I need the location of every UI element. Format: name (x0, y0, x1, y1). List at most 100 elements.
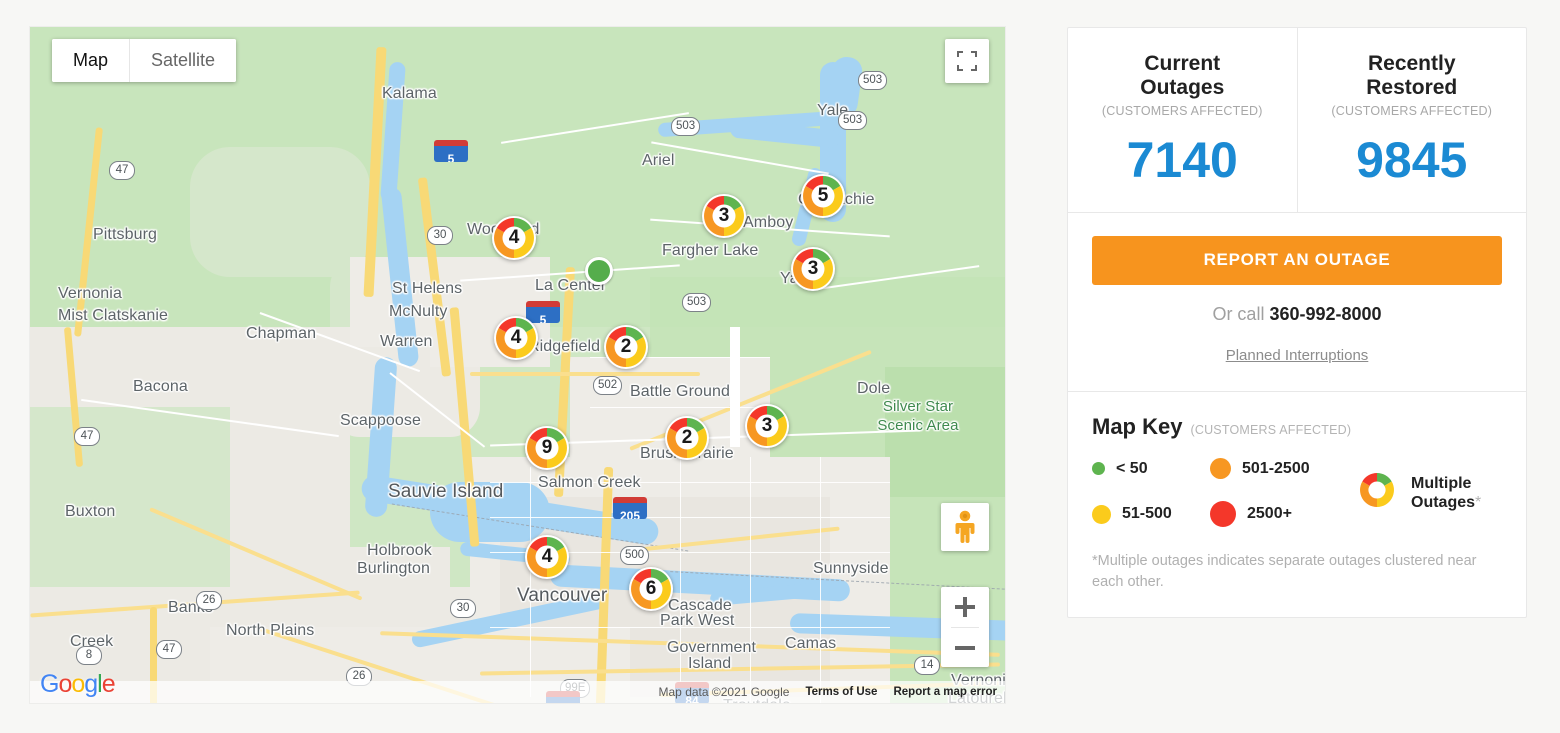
street-grid (490, 517, 890, 518)
map-container[interactable]: KalamaYaleArielWoodlandAmboyChelatchieFa… (30, 27, 1005, 703)
street-view-button[interactable] (941, 503, 989, 551)
map-place-label: Scappoose (340, 412, 421, 429)
outage-cluster-marker[interactable]: 2 (603, 324, 649, 370)
fullscreen-button[interactable] (945, 39, 989, 83)
single-outage-marker[interactable] (585, 257, 613, 285)
legend-label: < 50 (1116, 459, 1148, 477)
street-grid (530, 467, 531, 697)
footnote-star: * (1475, 493, 1482, 511)
stat-value: 7140 (1126, 132, 1238, 188)
map-place-label: Vancouver (517, 585, 608, 606)
map-place-label: Pittsburg (93, 226, 158, 243)
route-shield: 30 (450, 599, 476, 618)
multiple-outages-donut-icon (1355, 468, 1399, 517)
map-place-label: Dole (857, 380, 891, 397)
outage-map-page: KalamaYaleArielWoodlandAmboyChelatchieFa… (0, 0, 1560, 733)
legend-grid: < 50 501-2500 Multiple Outages* 51-500 2… (1092, 458, 1502, 527)
call-line: Or call 360-992-8000 (1092, 304, 1502, 325)
stat-title-line2: Restored (1366, 76, 1458, 99)
outage-cluster-marker[interactable]: 4 (493, 315, 539, 361)
action-section: REPORT AN OUTAGE Or call 360-992-8000 Pl… (1068, 213, 1526, 392)
outage-cluster-marker[interactable]: 9 (524, 425, 570, 471)
outage-cluster-marker[interactable]: 4 (524, 534, 570, 580)
map-place-label: Vernonia (58, 285, 122, 302)
map-place-label: Amboy (743, 214, 794, 231)
map-place-label: Battle Ground (630, 383, 731, 400)
logo-letter: g (84, 670, 98, 698)
zoom-in-button[interactable] (941, 587, 989, 627)
fullscreen-icon (945, 39, 989, 83)
map-place-label: Kalama (382, 85, 437, 102)
planned-interruptions-link[interactable]: Planned Interruptions (1226, 347, 1369, 364)
map-place-label: Park West (660, 612, 735, 629)
zoom-control[interactable] (941, 587, 989, 667)
outage-cluster-marker[interactable]: 2 (664, 415, 710, 461)
outage-cluster-marker[interactable]: 5 (800, 173, 846, 219)
map-place-label: Camas (785, 635, 837, 652)
outage-cluster-marker[interactable]: 3 (701, 193, 747, 239)
legend-color-dot (1210, 458, 1231, 479)
map-place-label: Sauvie Island (388, 481, 504, 502)
legend-label: 51-500 (1122, 505, 1172, 522)
plus-icon (955, 597, 975, 617)
map-canvas[interactable]: KalamaYaleArielWoodlandAmboyChelatchieFa… (30, 27, 1005, 703)
stat-title: Recently Restored (1308, 52, 1517, 100)
map-key-subtitle: (CUSTOMERS AFFECTED) (1190, 423, 1352, 437)
map-place-label: Sunnyside (813, 560, 889, 577)
map-place-label: North Plains (226, 622, 315, 639)
report-an-outage-button[interactable]: REPORT AN OUTAGE (1092, 236, 1502, 285)
map-place-label: McNulty (389, 303, 448, 320)
park-area-label: Silver Star Scenic Area (877, 398, 959, 434)
outage-info-panel: Current Outages (CUSTOMERS AFFECTED) 714… (1067, 27, 1527, 618)
zoom-out-button[interactable] (941, 628, 989, 668)
outage-count-label: 6 (645, 578, 657, 599)
outage-cluster-marker[interactable]: 6 (628, 566, 674, 612)
map-data-attribution: Map data ©2021 Google (658, 685, 790, 699)
map-type-control[interactable]: Map Satellite (52, 39, 237, 82)
legend-color-dot (1092, 462, 1105, 475)
legend-label: 2500+ (1247, 505, 1292, 522)
rural-road (730, 327, 740, 447)
outage-cluster-marker[interactable]: 3 (790, 246, 836, 292)
outage-count-label: 5 (817, 185, 829, 206)
multiple-outages-label: Multiple Outages* (1411, 474, 1481, 512)
stat-title-line2: Outages (1140, 76, 1225, 99)
logo-letter: o (58, 670, 72, 698)
outage-count-label: 9 (541, 437, 553, 458)
report-map-error-link[interactable]: Report a map error (893, 686, 997, 698)
phone-number[interactable]: 360-992-8000 (1269, 304, 1381, 324)
route-shield: 8 (76, 646, 102, 665)
outage-count-label: 2 (681, 427, 693, 448)
route-shield: 503 (682, 293, 712, 312)
route-shield: 47 (109, 161, 135, 180)
outage-count-label: 3 (718, 205, 730, 226)
street-grid (680, 457, 681, 703)
legend-color-dot (1210, 501, 1236, 527)
map-key-header: Map Key (CUSTOMERS AFFECTED) (1092, 414, 1502, 440)
terms-of-use-link[interactable]: Terms of Use (805, 686, 877, 698)
legend-item-2500-plus: 2500+ (1210, 501, 1355, 527)
map-place-label: Mist Clatskanie (58, 307, 168, 324)
map-key-title: Map Key (1092, 414, 1183, 439)
map-type-map-button[interactable]: Map (52, 39, 130, 82)
outage-cluster-marker[interactable]: 4 (491, 215, 537, 261)
stat-subtitle: (CUSTOMERS AFFECTED) (1101, 104, 1263, 118)
outage-count-label: 4 (508, 227, 520, 248)
map-key-section: Map Key (CUSTOMERS AFFECTED) < 50 501-25… (1068, 392, 1526, 617)
call-prefix: Or call (1212, 304, 1270, 324)
stats-row: Current Outages (CUSTOMERS AFFECTED) 714… (1068, 28, 1526, 213)
stat-subtitle: (CUSTOMERS AFFECTED) (1331, 104, 1493, 118)
street-view-pegman-icon (941, 503, 989, 551)
map-attribution-bar: Map data ©2021 Google Terms of Use Repor… (30, 681, 1005, 703)
map-place-label: Chapman (246, 325, 317, 342)
logo-letter: e (101, 670, 116, 698)
map-place-label: Warren (380, 333, 433, 350)
outage-cluster-marker[interactable]: 3 (744, 403, 790, 449)
legend-item-multiple-outages: Multiple Outages* (1355, 468, 1502, 517)
map-type-satellite-button[interactable]: Satellite (130, 39, 237, 82)
minus-icon (955, 638, 975, 658)
legend-item-501-2500: 501-2500 (1210, 458, 1355, 479)
highway (470, 372, 700, 376)
route-shield: 47 (74, 427, 100, 446)
legend-item-51-500: 51-500 (1092, 504, 1210, 524)
